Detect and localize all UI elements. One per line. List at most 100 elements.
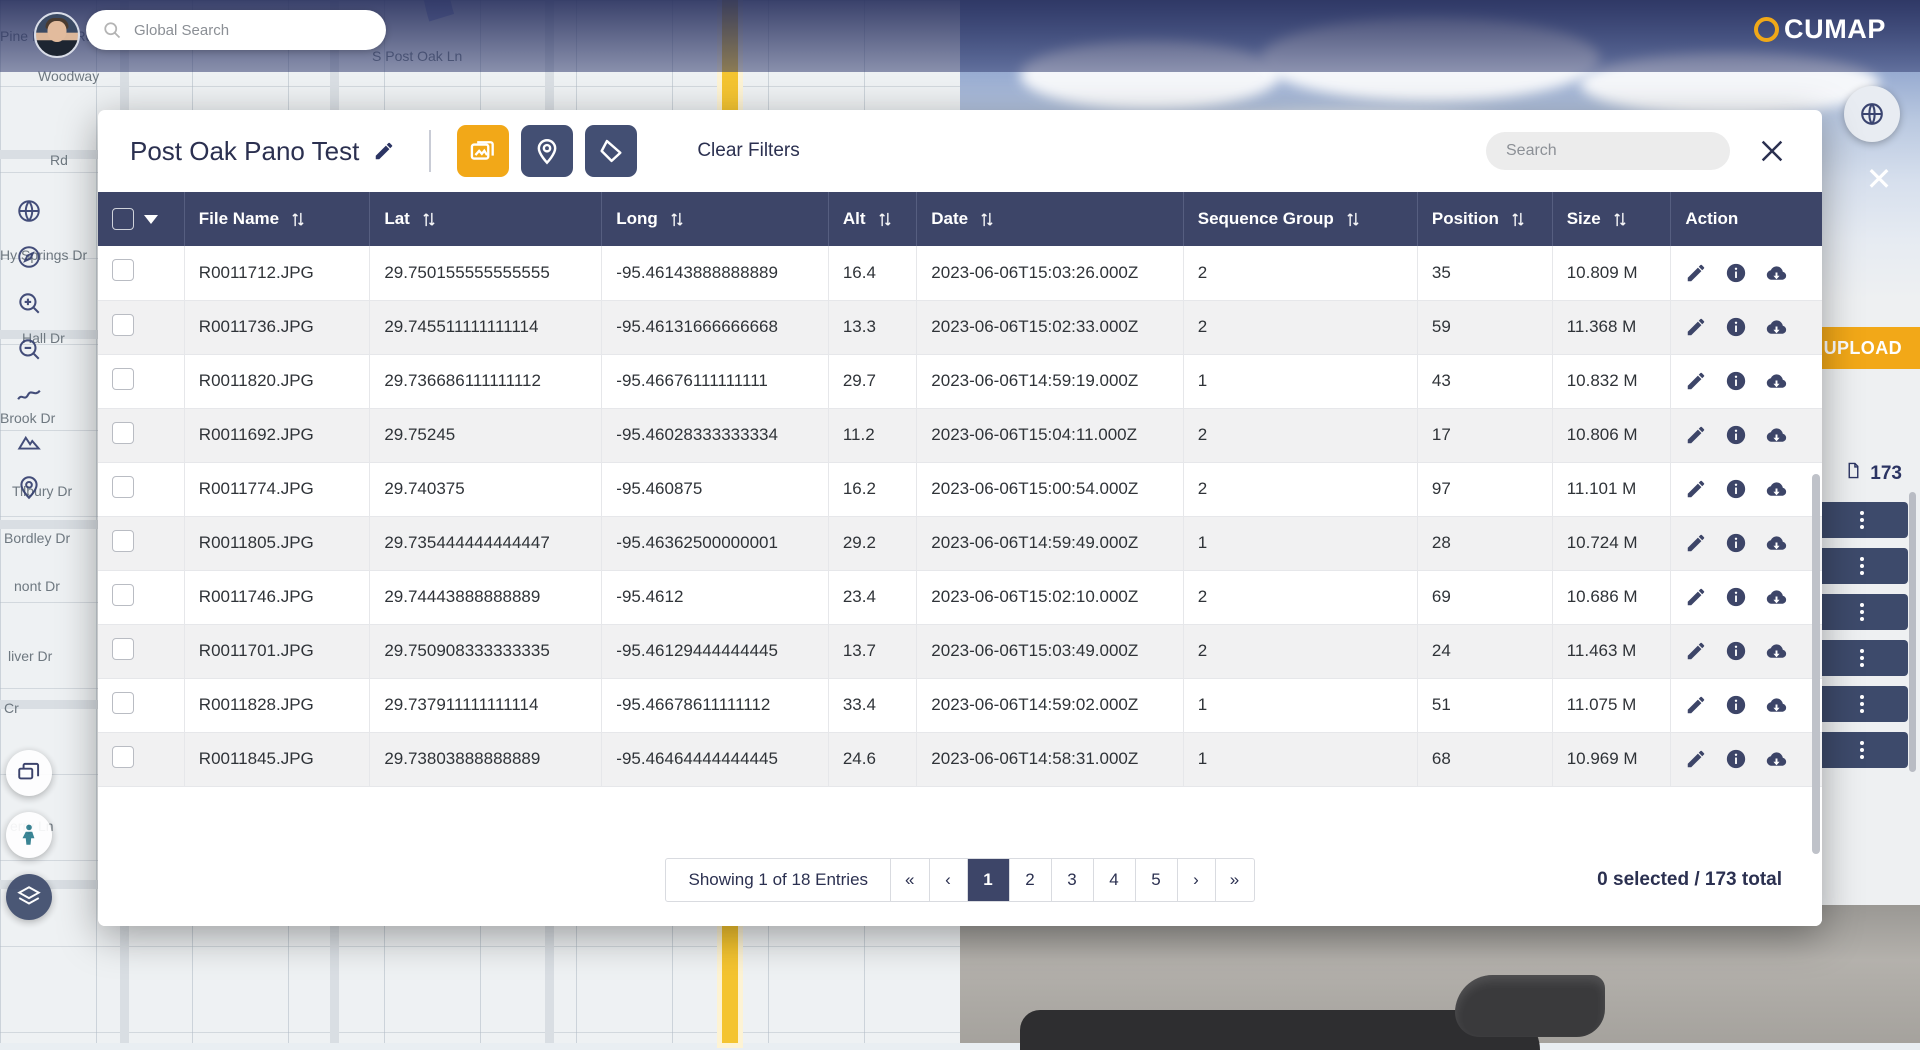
prev-page-button[interactable]: ‹ <box>930 859 968 901</box>
cloud-download-icon[interactable] <box>1765 478 1787 500</box>
info-icon[interactable] <box>1725 316 1747 338</box>
info-icon[interactable] <box>1725 370 1747 392</box>
zoom-in-icon[interactable] <box>14 288 44 318</box>
row-checkbox[interactable] <box>112 314 134 336</box>
search-input[interactable] <box>1486 132 1730 170</box>
page-button-2[interactable]: 2 <box>1010 859 1052 901</box>
cloud-download-icon[interactable] <box>1765 532 1787 554</box>
cloud-download-icon[interactable] <box>1765 316 1787 338</box>
row-kebab-menu[interactable] <box>1816 502 1908 538</box>
next-page-button[interactable]: › <box>1178 859 1216 901</box>
column-position[interactable]: Position <box>1417 192 1552 246</box>
compass-icon[interactable] <box>14 242 44 272</box>
pencil-icon[interactable] <box>1685 532 1707 554</box>
row-select-cell[interactable] <box>98 732 184 786</box>
asset-table-container[interactable]: File Name Lat <box>98 192 1822 834</box>
row-checkbox[interactable] <box>112 368 134 390</box>
row-checkbox[interactable] <box>112 530 134 552</box>
table-row[interactable]: R0011692.JPG29.75245-95.4602833333333411… <box>98 408 1822 462</box>
row-kebab-menu[interactable] <box>1816 548 1908 584</box>
cloud-download-icon[interactable] <box>1765 586 1787 608</box>
info-icon[interactable] <box>1725 748 1747 770</box>
cloud-download-icon[interactable] <box>1765 370 1787 392</box>
info-icon[interactable] <box>1725 532 1747 554</box>
terrain-icon[interactable] <box>14 426 44 456</box>
globe-3d-icon[interactable] <box>1844 86 1900 142</box>
table-row[interactable]: R0011712.JPG29.750155555555555-95.461438… <box>98 246 1822 300</box>
gallery-view-toggle[interactable] <box>457 125 509 177</box>
row-select-cell[interactable] <box>98 678 184 732</box>
table-row[interactable]: R0011845.JPG29.73803888888889-95.4646444… <box>98 732 1822 786</box>
row-kebab-menu[interactable] <box>1816 594 1908 630</box>
measure-icon[interactable] <box>14 380 44 410</box>
map-pin-view-toggle[interactable] <box>521 125 573 177</box>
table-row[interactable]: R0011820.JPG29.736686111111112-95.466761… <box>98 354 1822 408</box>
row-kebab-menu[interactable] <box>1816 686 1908 722</box>
sort-icon[interactable] <box>422 211 436 228</box>
info-icon[interactable] <box>1725 694 1747 716</box>
page-button-1[interactable]: 1 <box>968 859 1010 901</box>
first-page-button[interactable]: « <box>891 859 929 901</box>
right-panel-scrollbar[interactable] <box>1909 492 1916 772</box>
close-icon[interactable] <box>1756 135 1788 167</box>
pencil-icon[interactable] <box>1685 316 1707 338</box>
cloud-download-icon[interactable] <box>1765 640 1787 662</box>
basemap-layers-icon[interactable] <box>6 874 52 920</box>
sort-icon[interactable] <box>291 211 305 228</box>
column-sequence-group[interactable]: Sequence Group <box>1183 192 1417 246</box>
table-row[interactable]: R0011828.JPG29.737911111111114-95.466786… <box>98 678 1822 732</box>
close-icon[interactable]: ✕ <box>1862 164 1896 198</box>
layers-stack-icon[interactable] <box>6 750 52 796</box>
info-icon[interactable] <box>1725 586 1747 608</box>
row-select-cell[interactable] <box>98 246 184 300</box>
pencil-icon[interactable] <box>1685 748 1707 770</box>
column-file-name[interactable]: File Name <box>184 192 370 246</box>
row-select-cell[interactable] <box>98 354 184 408</box>
row-checkbox[interactable] <box>112 638 134 660</box>
globe-icon[interactable] <box>14 196 44 226</box>
column-alt[interactable]: Alt <box>828 192 916 246</box>
row-checkbox[interactable] <box>112 692 134 714</box>
sort-icon[interactable] <box>878 211 892 228</box>
cloud-download-icon[interactable] <box>1765 262 1787 284</box>
row-kebab-menu[interactable] <box>1816 640 1908 676</box>
pencil-icon[interactable] <box>1685 370 1707 392</box>
global-search-input[interactable] <box>134 22 370 39</box>
row-checkbox[interactable] <box>112 259 134 281</box>
column-lat[interactable]: Lat <box>370 192 602 246</box>
map-tool-rail[interactable] <box>0 180 58 920</box>
row-select-cell[interactable] <box>98 462 184 516</box>
row-select-cell[interactable] <box>98 516 184 570</box>
sort-icon[interactable] <box>1511 211 1525 228</box>
clear-filters-button[interactable]: Clear Filters <box>697 140 799 162</box>
row-select-cell[interactable] <box>98 408 184 462</box>
info-icon[interactable] <box>1725 640 1747 662</box>
table-row[interactable]: R0011736.JPG29.745511111111114-95.461316… <box>98 300 1822 354</box>
cloud-download-icon[interactable] <box>1765 748 1787 770</box>
row-select-cell[interactable] <box>98 570 184 624</box>
sort-icon[interactable] <box>1346 211 1360 228</box>
page-button-4[interactable]: 4 <box>1094 859 1136 901</box>
chevron-down-icon[interactable] <box>144 215 158 224</box>
table-row[interactable]: R0011774.JPG29.740375-95.46087516.22023-… <box>98 462 1822 516</box>
info-icon[interactable] <box>1725 478 1747 500</box>
polygon-view-toggle[interactable] <box>585 125 637 177</box>
cloud-download-icon[interactable] <box>1765 694 1787 716</box>
pencil-icon[interactable] <box>1685 262 1707 284</box>
location-pin-icon[interactable] <box>14 472 44 502</box>
column-size[interactable]: Size <box>1552 192 1671 246</box>
global-search-box[interactable] <box>86 10 386 50</box>
column-date[interactable]: Date <box>917 192 1183 246</box>
row-checkbox[interactable] <box>112 476 134 498</box>
row-select-cell[interactable] <box>98 300 184 354</box>
avatar[interactable] <box>34 12 80 58</box>
row-kebab-menu[interactable] <box>1816 732 1908 768</box>
page-button-5[interactable]: 5 <box>1136 859 1178 901</box>
select-all-checkbox[interactable] <box>112 208 134 230</box>
sort-icon[interactable] <box>980 211 994 228</box>
last-page-button[interactable]: » <box>1216 859 1254 901</box>
pencil-icon[interactable] <box>1685 586 1707 608</box>
row-checkbox[interactable] <box>112 746 134 768</box>
pencil-icon[interactable] <box>1685 640 1707 662</box>
row-checkbox[interactable] <box>112 422 134 444</box>
